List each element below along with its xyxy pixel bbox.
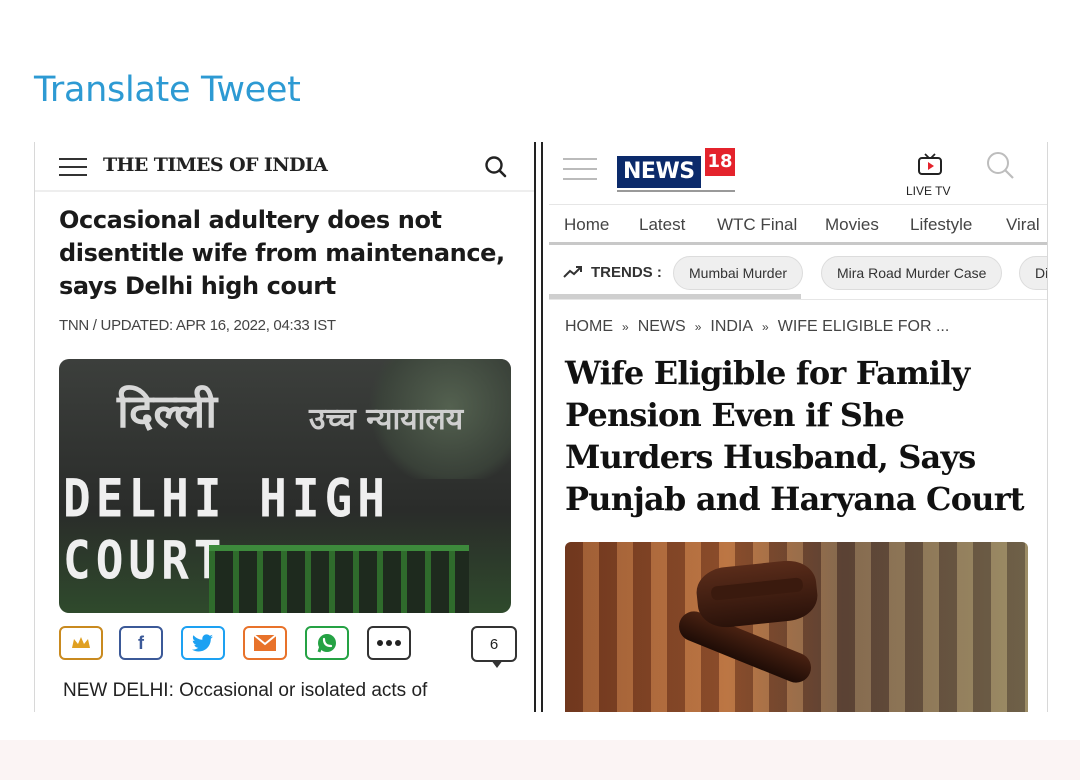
news18-screenshot: NEWS 18 LIVE TV Home Latest WTC Final Mo…: [549, 142, 1048, 712]
trending-icon: [563, 266, 582, 278]
trend-chip[interactable]: Di: [1019, 256, 1047, 290]
crown-icon[interactable]: [59, 626, 103, 660]
live-tv-icon[interactable]: [917, 152, 943, 176]
trend-chip[interactable]: Mira Road Murder Case: [821, 256, 1003, 290]
trends-bar: TRENDS : Mumbai Murder Mira Road Murder …: [549, 254, 1047, 294]
nav-item-home[interactable]: Home: [564, 215, 609, 235]
translate-tweet-link[interactable]: Translate Tweet: [34, 70, 301, 110]
divider-line: [534, 142, 536, 712]
whatsapp-icon[interactable]: [305, 626, 349, 660]
breadcrumb-separator: »: [762, 320, 769, 334]
breadcrumb-separator: »: [694, 320, 702, 334]
email-icon[interactable]: [243, 626, 287, 660]
comment-bubble-tail: [491, 660, 503, 668]
menu-icon[interactable]: [563, 158, 597, 180]
share-bar: f 6: [59, 626, 519, 668]
nav-item-viral[interactable]: Viral: [1006, 215, 1040, 235]
logo-underline: [617, 190, 735, 192]
breadcrumb-current: WIFE ELIGIBLE FOR ...: [777, 318, 950, 335]
menu-icon[interactable]: [59, 158, 87, 176]
facebook-icon[interactable]: f: [119, 626, 163, 660]
nav-item-latest[interactable]: Latest: [639, 215, 685, 235]
article-byline: TNN / UPDATED: APR 16, 2022, 04:33 IST: [59, 317, 336, 334]
news18-logo-number: 18: [705, 148, 735, 176]
delhi-high-court-image: दिल्ली उच्च न्यायालय DELHI HIGH COURT: [59, 359, 511, 613]
divider-line: [541, 142, 543, 712]
live-tv-label[interactable]: LIVE TV: [906, 184, 950, 198]
trend-chip[interactable]: Mumbai Murder: [673, 256, 804, 290]
breadcrumb: HOME » NEWS » INDIA » WIFE ELIGIBLE FOR ...: [565, 318, 949, 336]
breadcrumb-separator: »: [622, 320, 629, 334]
article-headline: Wife Eligible for Family Pension Even if…: [565, 354, 1025, 518]
breadcrumb-india[interactable]: INDIA: [710, 318, 753, 335]
image-hindi-text: दिल्ली: [117, 384, 218, 438]
article-headline: Occasional adultery does not disentitle …: [59, 206, 505, 300]
gavel-image: [565, 542, 1028, 712]
toi-logo: THE TIMES OF INDIA: [103, 154, 328, 176]
railing-shape: [209, 545, 469, 613]
trends-scroll-track: [549, 299, 1047, 300]
nav-item-movies[interactable]: Movies: [825, 215, 879, 235]
comment-count: 6: [489, 635, 499, 653]
article-body-text: NEW DELHI: Occasional or isolated acts o…: [63, 680, 428, 701]
toi-header: THE TIMES OF INDIA: [35, 142, 534, 192]
twitter-icon[interactable]: [181, 626, 225, 660]
breadcrumb-news[interactable]: NEWS: [638, 318, 686, 335]
nav-underline: [549, 242, 1047, 245]
trends-label: TRENDS :: [591, 264, 662, 281]
toi-screenshot: THE TIMES OF INDIA Occasional adultery d…: [34, 142, 534, 712]
breadcrumb-home[interactable]: HOME: [565, 318, 613, 335]
nav-bar: Home Latest WTC Final Movies Lifestyle V…: [549, 204, 1047, 244]
search-icon[interactable]: [985, 150, 1017, 182]
search-icon[interactable]: [483, 154, 509, 180]
comment-count-button[interactable]: 6: [471, 626, 517, 662]
nav-item-wtc-final[interactable]: WTC Final: [717, 215, 797, 235]
news18-logo[interactable]: NEWS: [617, 156, 701, 188]
bottom-band: [0, 740, 1080, 780]
image-hindi-text-2: उच्च न्यायालय: [309, 402, 464, 437]
nav-item-lifestyle[interactable]: Lifestyle: [910, 215, 972, 235]
more-icon[interactable]: [367, 626, 411, 660]
